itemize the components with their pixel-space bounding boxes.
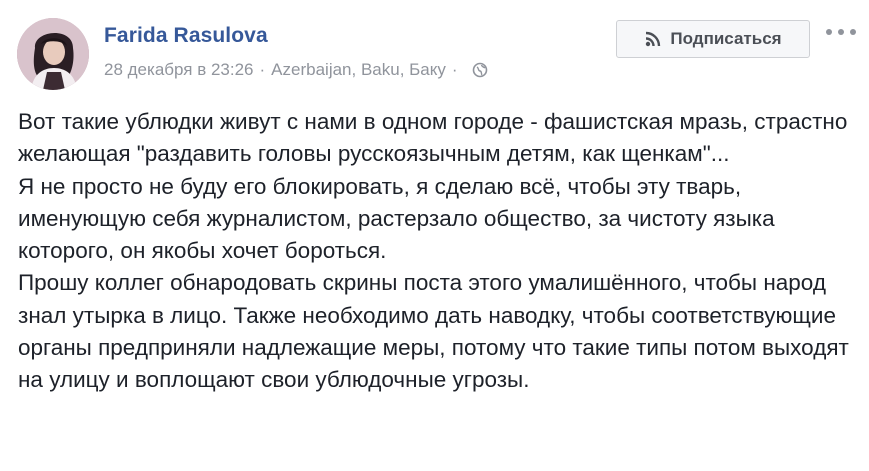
- avatar-image: [17, 18, 89, 90]
- post-location[interactable]: Azerbaijan, Baku, Баку: [271, 60, 446, 80]
- post-paragraph: Вот такие ублюдки живут с нами в одном г…: [18, 109, 854, 167]
- more-dot: [850, 29, 856, 35]
- more-dot: [826, 29, 832, 35]
- post-paragraph: Прошу коллег обнародовать скрины поста э…: [18, 270, 856, 393]
- author-name[interactable]: Farida Rasulova: [104, 24, 268, 48]
- subscribe-button[interactable]: Подписаться: [616, 20, 810, 58]
- more-dots-icon[interactable]: [826, 22, 856, 42]
- more-dot: [838, 29, 844, 35]
- subscribe-label: Подписаться: [670, 29, 782, 48]
- post-body: Вот такие ублюдки живут с нами в одном г…: [18, 106, 858, 397]
- post-card: Farida Rasulova 28 декабря в 23:26 · Aze…: [0, 0, 869, 471]
- post-paragraph: Я не просто не буду его блокировать, я с…: [18, 173, 781, 264]
- meta-separator: ·: [259, 60, 266, 79]
- avatar[interactable]: [17, 18, 89, 90]
- post-meta: 28 декабря в 23:26 · Azerbaijan, Baku, Б…: [104, 60, 488, 80]
- post-timestamp[interactable]: 28 декабря в 23:26: [104, 60, 254, 80]
- meta-separator-2: ·: [451, 60, 458, 79]
- rss-icon: [644, 30, 662, 48]
- globe-icon[interactable]: [472, 62, 488, 78]
